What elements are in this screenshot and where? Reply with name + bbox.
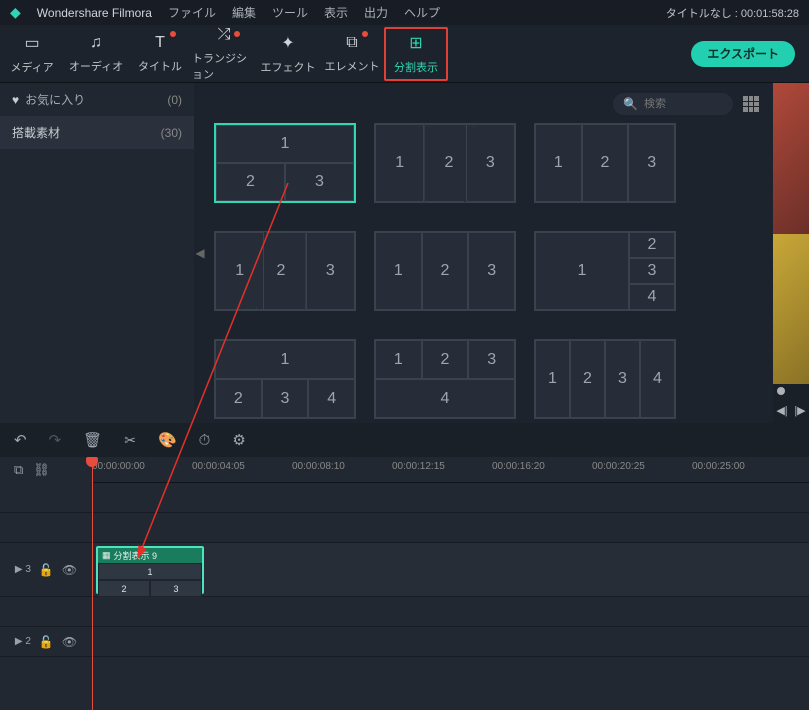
time-ruler[interactable]: 00:00:00:00 00:00:04:05 00:00:08:10 00:0… <box>92 457 809 483</box>
menu-edit[interactable]: 編集 <box>232 4 256 21</box>
layout-gallery: 🔍 1 23 123 123 123 123 1234 <box>206 83 773 423</box>
spacer-track-2 <box>0 597 809 627</box>
fx-track <box>0 483 809 513</box>
app-logo-icon: ◆ <box>10 4 21 21</box>
redo-button[interactable]: ↷ <box>49 431 62 449</box>
playhead[interactable] <box>92 457 93 710</box>
timeline-tools: ↶ ↷ 🗑 ✂ 🎨 ⏱ ⚙ <box>0 423 809 457</box>
folder-icon: ▭ <box>24 33 39 53</box>
preview-thumbnails <box>773 83 809 384</box>
tab-audio[interactable]: ♫オーディオ <box>64 25 128 82</box>
timeline-clip[interactable]: ▦分割表示 9 1 23 <box>96 546 204 594</box>
lock-icon[interactable]: 🔓 <box>39 635 54 649</box>
export-button[interactable]: エクスポート <box>691 41 795 67</box>
effect-icon: ✦ <box>281 33 294 53</box>
marker-button[interactable]: ⧉ <box>14 462 23 478</box>
clip-icon: ▦ <box>102 550 111 561</box>
prev-frame-button[interactable]: ◀| <box>776 404 787 417</box>
collapse-sidebar-button[interactable]: ◀ <box>194 83 206 423</box>
tab-effect[interactable]: ✦エフェクト <box>256 25 320 82</box>
transition-icon: ⤮ <box>218 26 231 44</box>
tab-split-screen[interactable]: ⊞分割表示 <box>384 27 448 81</box>
link-button[interactable]: ⛓ <box>33 462 50 478</box>
layout-preset-3[interactable]: 123 <box>534 123 676 203</box>
sidebar: ♥お気に入り (0) 搭載素材 (30) <box>0 83 194 423</box>
notification-dot-icon <box>362 31 368 37</box>
menu-file[interactable]: ファイル <box>168 4 216 21</box>
split-screen-icon: ⊞ <box>409 33 422 53</box>
tab-transition[interactable]: ⤮トランジション <box>192 25 256 82</box>
project-title: タイトルなし : 00:01:58:28 <box>666 5 799 21</box>
color-button[interactable]: 🎨 <box>158 431 177 449</box>
delete-button[interactable]: 🗑 <box>83 431 102 449</box>
element-icon: ⧉ <box>346 34 357 52</box>
sidebar-item-presets[interactable]: 搭載素材 (30) <box>0 116 194 149</box>
eye-icon[interactable]: 👁 <box>62 563 77 577</box>
track-label: ▶ 3 <box>15 564 31 575</box>
video-track-3: ▶ 3 🔓 👁 ▦分割表示 9 1 23 <box>0 543 809 597</box>
tab-media[interactable]: ▭メディア <box>0 25 64 82</box>
grid-view-icon[interactable] <box>743 96 759 112</box>
timeline: ⧉ ⛓ 00:00:00:00 00:00:04:05 00:00:08:10 … <box>0 457 809 710</box>
track-label: ▶ 2 <box>15 636 31 647</box>
menu-view[interactable]: 表示 <box>324 4 348 21</box>
layout-preset-1[interactable]: 1 23 <box>214 123 356 203</box>
layout-preset-6[interactable]: 1234 <box>534 231 676 311</box>
split-button[interactable]: ✂ <box>124 432 136 449</box>
menu-tools[interactable]: ツール <box>272 4 308 21</box>
layout-preset-5[interactable]: 123 <box>374 231 516 311</box>
spacer-track <box>0 513 809 543</box>
lock-icon[interactable]: 🔓 <box>39 563 54 577</box>
playhead-dot-icon[interactable] <box>777 387 785 395</box>
settings-button[interactable]: ⚙ <box>232 431 245 449</box>
undo-button[interactable]: ↶ <box>14 431 27 449</box>
layout-preset-2[interactable]: 123 <box>374 123 516 203</box>
layout-preset-9[interactable]: 1234 <box>534 339 676 419</box>
sidebar-item-favorites[interactable]: ♥お気に入り (0) <box>0 83 194 116</box>
layout-preset-4[interactable]: 123 <box>214 231 356 311</box>
tab-title[interactable]: Tタイトル <box>128 25 192 82</box>
menu-output[interactable]: 出力 <box>364 4 388 21</box>
music-icon: ♫ <box>90 34 102 52</box>
main-toolbar: ▭メディア ♫オーディオ Tタイトル ⤮トランジション ✦エフェクト ⧉エレメン… <box>0 25 809 83</box>
heart-icon: ♥ <box>12 93 19 107</box>
layout-preset-8[interactable]: 123 4 <box>374 339 516 419</box>
text-icon: T <box>155 34 165 52</box>
video-track-2: ▶ 2 🔓 👁 <box>0 627 809 657</box>
titlebar: ◆ Wondershare Filmora ファイル 編集 ツール 表示 出力 … <box>0 0 809 25</box>
next-frame-button[interactable]: |▶ <box>794 404 805 417</box>
layout-preset-7[interactable]: 1 234 <box>214 339 356 419</box>
notification-dot-icon <box>234 31 240 37</box>
app-name: Wondershare Filmora <box>37 6 152 20</box>
search-icon: 🔍 <box>623 97 638 111</box>
menu-help[interactable]: ヘルプ <box>404 4 440 21</box>
tab-element[interactable]: ⧉エレメント <box>320 25 384 82</box>
notification-dot-icon <box>170 31 176 37</box>
search-input[interactable]: 🔍 <box>613 93 733 115</box>
speed-button[interactable]: ⏱ <box>199 432 211 449</box>
eye-icon[interactable]: 👁 <box>62 635 77 649</box>
